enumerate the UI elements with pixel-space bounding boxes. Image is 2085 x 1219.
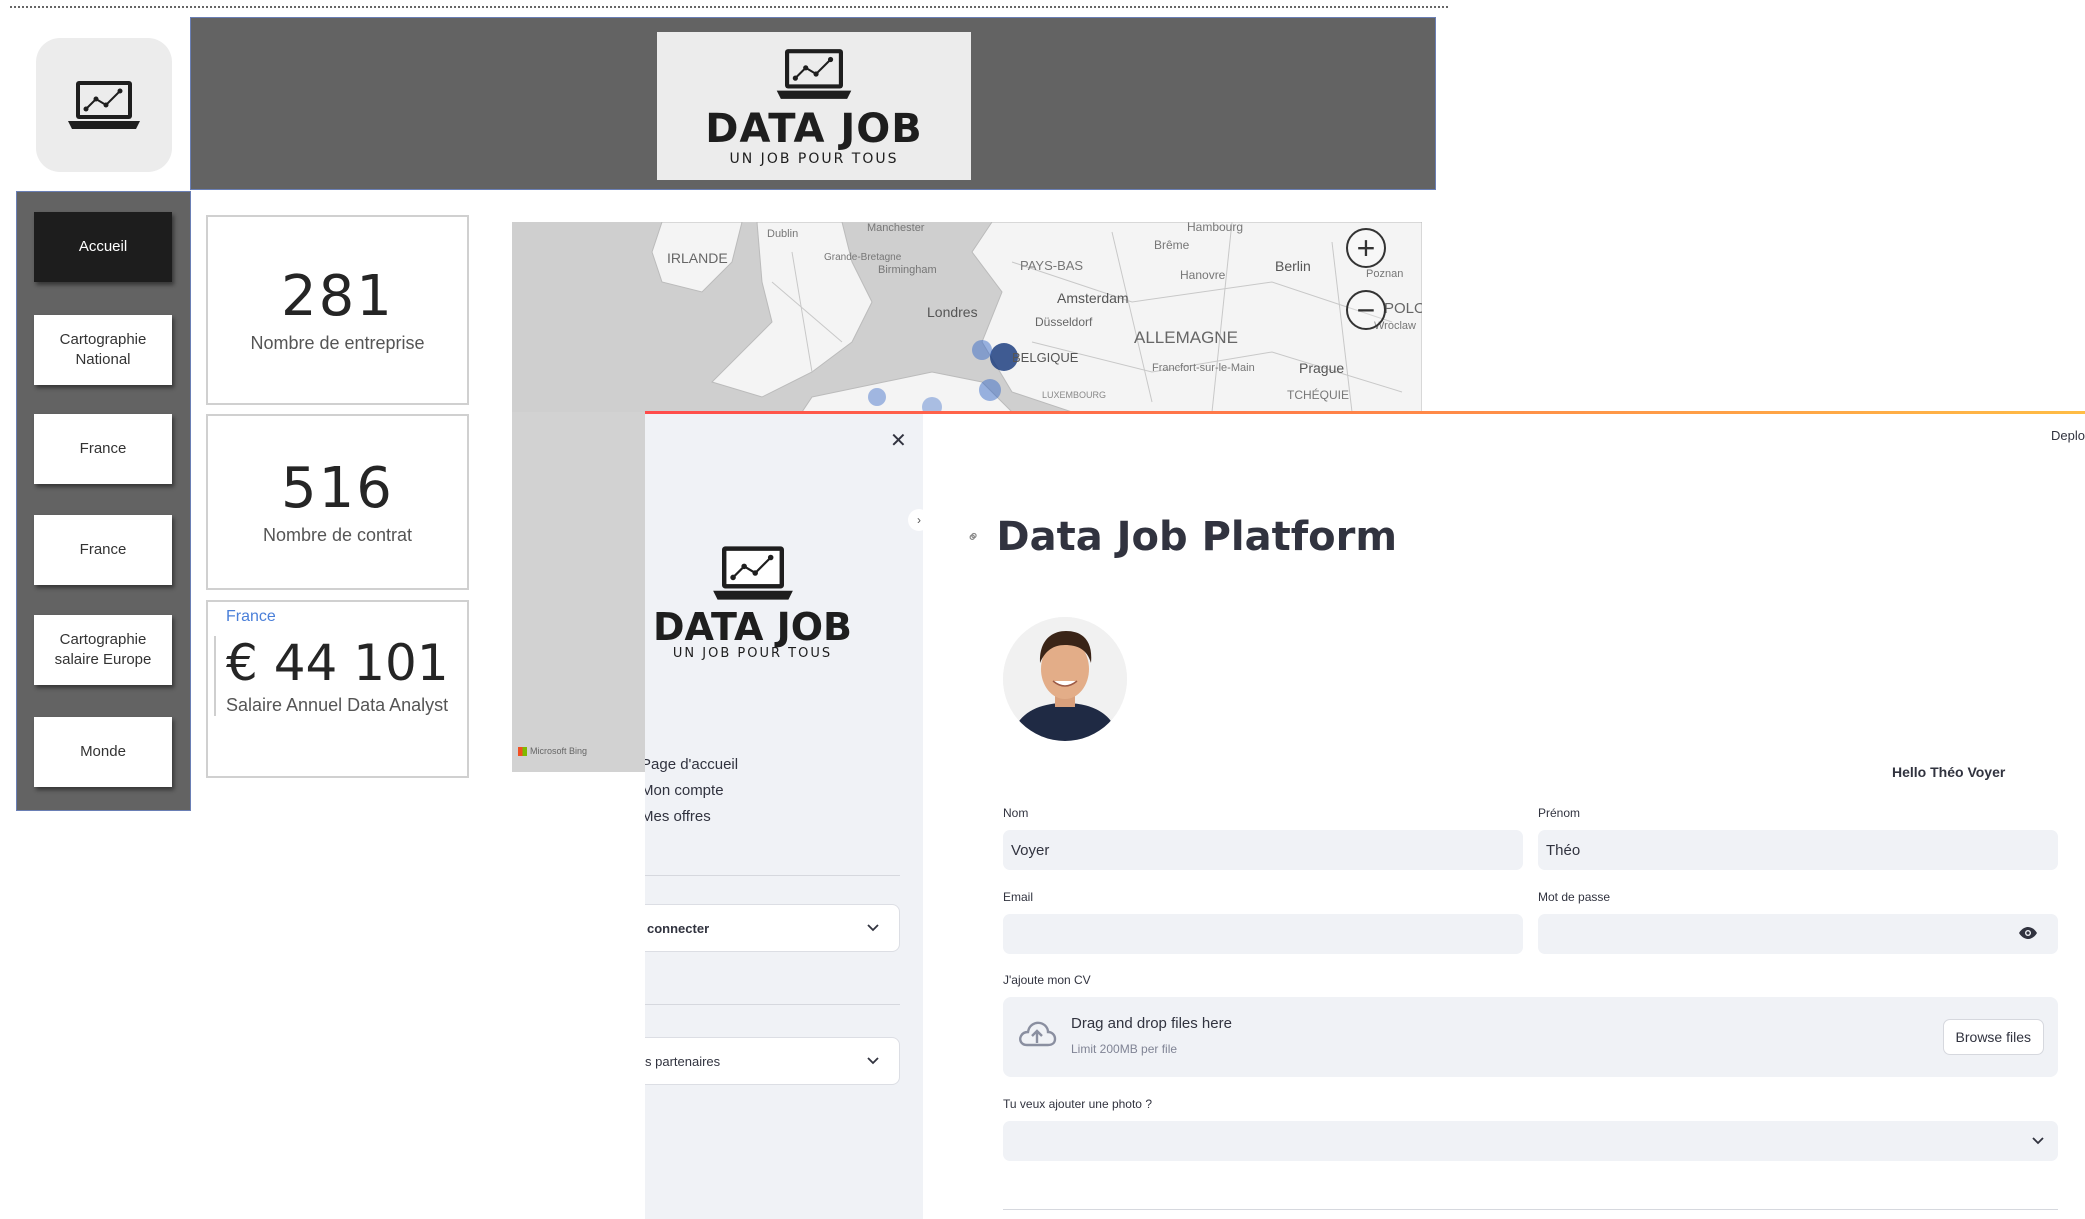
map-label: Hanovre bbox=[1180, 268, 1226, 282]
streamlit-app: ✕ DATA JOB UN JOB POUR TOUS Page d'accue… bbox=[645, 411, 2085, 1219]
map-label: Düsseldorf bbox=[1035, 315, 1093, 329]
deploy-button[interactable]: Deplo bbox=[2051, 428, 2085, 443]
sidebar-nav-mes-offres[interactable]: Mes offres bbox=[645, 804, 738, 830]
header-logo: DATA JOB UN JOB POUR TOUS bbox=[657, 32, 971, 180]
map-label: Amsterdam bbox=[1057, 290, 1129, 306]
cloud-upload-icon bbox=[1019, 1021, 1057, 1047]
kpi-salary-title: France bbox=[226, 608, 276, 625]
dashboard-header: DATA JOB UN JOB POUR TOUS bbox=[190, 17, 1436, 190]
map-credit: Microsoft Bing bbox=[518, 746, 587, 756]
streamlit-sidebar: ✕ DATA JOB UN JOB POUR TOUS Page d'accue… bbox=[645, 414, 923, 1219]
map-zoom-out-button[interactable]: − bbox=[1346, 290, 1386, 330]
cv-label: J'ajoute mon CV bbox=[1003, 973, 1091, 987]
map-label: Manchester bbox=[867, 222, 925, 234]
email-label: Email bbox=[1003, 890, 1034, 904]
top-dotted-border bbox=[10, 6, 1448, 8]
map-label: Francfort-sur-le-Main bbox=[1152, 362, 1255, 374]
avatar bbox=[1003, 617, 1127, 741]
email-input[interactable] bbox=[1003, 914, 1523, 954]
prenom-label: Prénom bbox=[1538, 806, 1581, 820]
map-label: IRLANDE bbox=[667, 250, 728, 266]
dashboard-logo-tile[interactable] bbox=[36, 38, 172, 172]
sidebar-expander-login[interactable]: connecter bbox=[645, 904, 900, 952]
title-row: ⚭ Data Job Platform bbox=[963, 514, 1397, 560]
photo-select[interactable] bbox=[1003, 1121, 2058, 1161]
laptop-chart-icon bbox=[776, 49, 852, 99]
nav-button-france[interactable]: France bbox=[34, 414, 172, 484]
sidebar-close-button[interactable]: ✕ bbox=[890, 428, 907, 453]
map-label: BELGIQUE bbox=[1012, 350, 1079, 365]
browse-files-button[interactable]: Browse files bbox=[1942, 1019, 2044, 1055]
photo-label: Tu veux ajouter une photo ? bbox=[1003, 1097, 1152, 1111]
sidebar-nav-mon-compte[interactable]: Mon compte bbox=[645, 778, 738, 804]
expander-label: connecter bbox=[647, 920, 710, 936]
bing-logo-icon bbox=[518, 746, 527, 756]
eye-icon[interactable] bbox=[2018, 926, 2038, 940]
page-title: Data Job Platform bbox=[996, 514, 1397, 560]
laptop-chart-icon bbox=[712, 546, 793, 600]
anchor-link-icon[interactable]: ⚭ bbox=[962, 525, 986, 549]
prenom-input[interactable]: Théo bbox=[1538, 830, 2058, 870]
sidebar-divider bbox=[645, 1004, 900, 1005]
kpi-label: Nombre de entreprise bbox=[250, 333, 425, 354]
dashboard-nav: Accueil Cartographie National France Fra… bbox=[16, 191, 191, 811]
map-zoom-in-button[interactable]: + bbox=[1346, 228, 1386, 268]
map-label: Grande-Bretagne bbox=[824, 252, 902, 263]
drop-zone-limit: Limit 200MB per file bbox=[1071, 1042, 1178, 1056]
map-credit-text: Microsoft Bing bbox=[530, 746, 588, 756]
password-label: Mot de passe bbox=[1538, 890, 1611, 904]
expander-label: s partenaires bbox=[645, 1053, 721, 1069]
nav-button-cartographie-salaire-europe[interactable]: Cartographie salaire Europe bbox=[34, 615, 172, 685]
kpi-value: 281 bbox=[281, 263, 394, 329]
map-label: Prague bbox=[1299, 360, 1345, 376]
kpi-value: € 44 101 bbox=[226, 634, 449, 692]
nom-input[interactable]: Voyer bbox=[1003, 830, 1523, 870]
nav-button-france-2[interactable]: France bbox=[34, 515, 172, 585]
drop-zone-text: Drag and drop files here bbox=[1071, 1015, 1232, 1032]
greeting-text: Hello Théo Voyer bbox=[1892, 764, 2006, 780]
nav-button-accueil[interactable]: Accueil bbox=[34, 212, 172, 282]
sidebar-logo: DATA JOB UN JOB POUR TOUS bbox=[645, 542, 860, 661]
kpi-value: 516 bbox=[281, 455, 394, 521]
kpi-salary-body: € 44 101 Salaire Annuel Data Analyst bbox=[214, 636, 449, 716]
avatar-image bbox=[1003, 617, 1127, 741]
cv-file-uploader[interactable]: Drag and drop files here Limit 200MB per… bbox=[1003, 997, 2058, 1077]
map-label: PAYS-BAS bbox=[1020, 258, 1084, 273]
kpi-card-salary: France € 44 101 Salaire Annuel Data Anal… bbox=[206, 600, 469, 778]
map-label: LUXEMBOURG bbox=[1042, 390, 1107, 400]
nav-button-cartographie-national[interactable]: Cartographie National bbox=[34, 315, 172, 385]
kpi-label: Salaire Annuel Data Analyst bbox=[226, 695, 449, 715]
chevron-down-icon bbox=[867, 1057, 879, 1065]
map-label: TCHÉQUIE bbox=[1287, 388, 1350, 402]
section-divider bbox=[1003, 1209, 2058, 1210]
sidebar-brand-name: DATA JOB bbox=[652, 605, 853, 649]
map-label: ALLEMAGNE bbox=[1134, 328, 1238, 347]
sidebar-expander-partners[interactable]: s partenaires bbox=[645, 1037, 900, 1085]
brand-tagline: UN JOB POUR TOUS bbox=[729, 151, 899, 167]
sidebar-nav-accueil[interactable]: Page d'accueil bbox=[645, 752, 738, 778]
nav-button-monde[interactable]: Monde bbox=[34, 717, 172, 787]
sidebar-divider bbox=[645, 875, 900, 876]
map-label: Dublin bbox=[767, 228, 799, 240]
map-label: Berlin bbox=[1275, 258, 1311, 274]
nom-label: Nom bbox=[1003, 806, 1029, 820]
map-label: Brême bbox=[1154, 238, 1190, 252]
kpi-card-companies: 281 Nombre de entreprise bbox=[206, 215, 469, 405]
map-label: POLO bbox=[1384, 300, 1422, 317]
kpi-card-contracts: 516 Nombre de contrat bbox=[206, 414, 469, 590]
password-input[interactable] bbox=[1538, 914, 2058, 954]
brand-name: DATA JOB bbox=[705, 106, 923, 152]
laptop-chart-icon bbox=[68, 81, 140, 129]
streamlit-main: Deplo ⚭ Data Job Platform Hello Théo Voy… bbox=[923, 414, 2085, 1219]
map-label: Londres bbox=[927, 304, 978, 320]
kpi-label: Nombre de contrat bbox=[262, 525, 413, 546]
map-label: Birmingham bbox=[878, 264, 937, 276]
chevron-down-icon bbox=[2032, 1137, 2044, 1145]
map-label: Hambourg bbox=[1187, 222, 1244, 234]
sidebar-nav: Page d'accueil Mon compte Mes offres bbox=[645, 752, 738, 830]
map-label: Poznan bbox=[1366, 268, 1404, 280]
chevron-down-icon bbox=[867, 924, 879, 932]
sidebar-brand-tagline: UN JOB POUR TOUS bbox=[672, 646, 833, 661]
